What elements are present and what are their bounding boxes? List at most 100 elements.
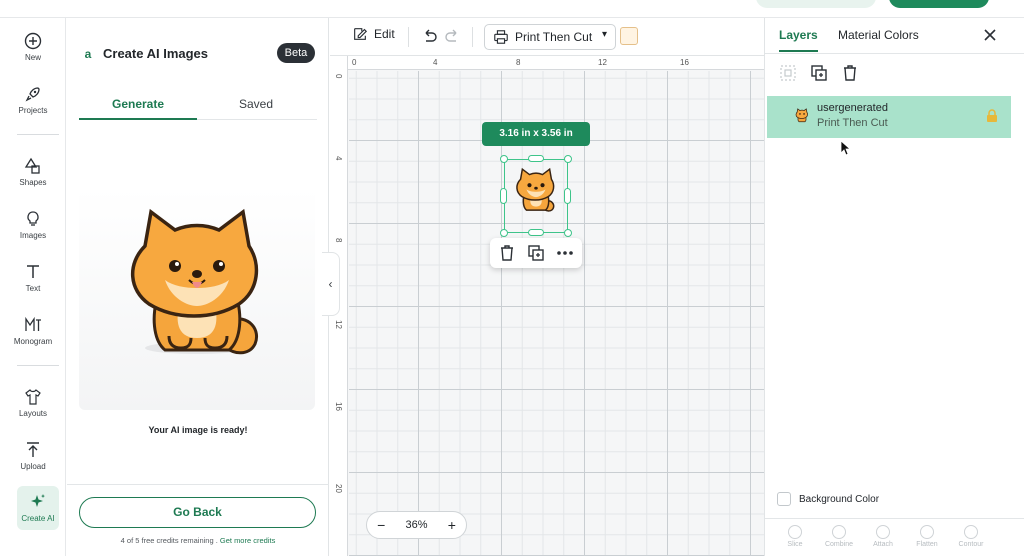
image-thumbnail[interactable] [620, 27, 638, 45]
resize-handle[interactable] [564, 155, 572, 163]
group-icon[interactable] [779, 64, 797, 82]
tab-material-colors[interactable]: Material Colors [838, 28, 919, 42]
operation-value: Print Then Cut [515, 30, 593, 44]
attach-icon [876, 525, 890, 539]
beta-badge: Beta [277, 43, 315, 63]
rocket-icon [25, 87, 40, 102]
rail-item-projects[interactable]: Projects [0, 77, 66, 123]
ruler-tick: 16 [680, 58, 689, 67]
more-options-icon[interactable] [556, 244, 574, 262]
resize-handle[interactable] [500, 188, 507, 204]
duplicate-icon[interactable] [527, 244, 545, 262]
background-color-toggle[interactable]: Background Color [777, 492, 879, 506]
shirt-icon [25, 389, 41, 405]
resize-handle[interactable] [500, 155, 508, 163]
rail-item-text[interactable]: Text [0, 255, 66, 301]
trash-icon[interactable] [841, 64, 859, 82]
panel-title: Create AI Images [103, 46, 209, 61]
tab-generate[interactable]: Generate [79, 92, 197, 120]
tab-layers[interactable]: Layers [779, 28, 818, 52]
rail-item-images[interactable]: Images [0, 202, 66, 248]
rail-item-create-ai[interactable]: Create AI [17, 486, 59, 530]
rail-divider [17, 365, 59, 366]
ruler-tick: 12 [598, 58, 607, 67]
resize-handle[interactable] [564, 188, 571, 204]
rail-item-shapes[interactable]: Shapes [0, 149, 66, 195]
header-secondary-button[interactable] [756, 0, 876, 8]
footer-label: Contour [958, 541, 984, 548]
rail-item-label: Projects [18, 106, 48, 115]
top-header [0, 0, 1024, 18]
layer-tools-footer: Slice Combine Attach Flatten Contour [765, 518, 1024, 556]
chevron-down-icon: ▾ [601, 29, 607, 40]
background-color-checkbox[interactable] [777, 492, 791, 506]
zoom-out-button[interactable]: − [377, 517, 385, 533]
upload-icon [27, 442, 39, 457]
footer-label: Combine [824, 541, 853, 548]
footer-label: Slice [787, 541, 803, 548]
credits-text: 4 of 5 free credits remaining . [120, 536, 220, 545]
flatten-button[interactable]: Flatten [907, 525, 947, 548]
zoom-control: − 36% + [366, 511, 467, 539]
ruler-tick: 20 [334, 484, 343, 493]
go-back-button[interactable]: Go Back [79, 497, 316, 528]
pomeranian-dog-image [130, 208, 259, 355]
zoom-in-button[interactable]: + [448, 517, 456, 533]
text-icon [27, 265, 39, 278]
shapes-icon [24, 157, 40, 174]
trash-icon[interactable] [498, 244, 516, 262]
attach-button[interactable]: Attach [863, 525, 903, 548]
resize-handle[interactable] [528, 229, 544, 236]
layers-panel: Layers Material Colors usergenerated Pri… [764, 18, 1024, 556]
layer-name: usergenerated [817, 102, 888, 114]
tab-saved[interactable]: Saved [197, 92, 315, 120]
canvas-toolbar: Edit Print Then Cut ▾ [330, 18, 764, 56]
slice-button[interactable]: Slice [775, 525, 815, 548]
selection-box[interactable] [504, 159, 568, 233]
header-primary-button[interactable] [889, 0, 989, 8]
tool-rail: New Projects Shapes Images Text Monogram… [0, 18, 66, 556]
contour-icon [964, 525, 978, 539]
credits-info: 4 of 5 free credits remaining . Get more… [67, 536, 329, 545]
layer-row[interactable]: usergenerated Print Then Cut [767, 96, 1011, 138]
mouse-cursor-icon [840, 140, 852, 156]
close-icon[interactable] [981, 26, 999, 44]
ruler-horizontal: 0 4 8 12 16 [330, 56, 764, 70]
layers-tabs: Layers Material Colors [765, 18, 1024, 54]
collapse-panel-button[interactable]: ‹ [322, 252, 340, 316]
plus-circle-icon [24, 32, 42, 50]
resize-handle[interactable] [564, 229, 572, 237]
rail-item-upload[interactable]: Upload [0, 433, 66, 479]
ruler-tick: 8 [334, 238, 343, 243]
rail-item-label: Create AI [21, 514, 55, 523]
design-canvas[interactable]: 0 4 8 12 16 0 4 8 12 16 20 3.16 in x 3.5… [330, 56, 764, 556]
edit-icon [354, 28, 368, 40]
rail-item-layouts[interactable]: Layouts [0, 380, 66, 426]
ai-logo-icon: a [84, 47, 92, 61]
toolbar-divider [472, 27, 473, 47]
panel-header: a Create AI Images Beta [67, 40, 329, 68]
resize-handle[interactable] [500, 229, 508, 237]
operation-select[interactable]: Print Then Cut ▾ [484, 24, 616, 50]
panel-footer: Go Back 4 of 5 free credits remaining . … [67, 484, 329, 556]
generated-image-card[interactable] [79, 188, 315, 410]
lock-icon[interactable] [985, 109, 999, 123]
lightbulb-icon [27, 211, 39, 226]
edit-button[interactable]: Edit [352, 26, 395, 42]
contour-button[interactable]: Contour [951, 525, 991, 548]
footer-label: Flatten [916, 541, 938, 548]
duplicate-icon[interactable] [810, 64, 828, 82]
rail-item-new[interactable]: New [0, 24, 66, 70]
redo-icon[interactable] [444, 27, 462, 45]
rail-item-label: Text [25, 284, 41, 293]
undo-icon[interactable] [420, 27, 438, 45]
combine-button[interactable]: Combine [819, 525, 859, 548]
create-ai-panel: a Create AI Images Beta Generate Saved Y… [67, 18, 329, 556]
get-more-credits-link[interactable]: Get more credits [220, 536, 275, 545]
object-toolbar [490, 238, 582, 268]
rail-item-monogram[interactable]: Monogram [0, 308, 66, 354]
ruler-tick: 8 [516, 58, 521, 67]
ruler-tick: 0 [352, 58, 357, 67]
toolbar-divider [408, 27, 409, 47]
resize-handle[interactable] [528, 155, 544, 162]
